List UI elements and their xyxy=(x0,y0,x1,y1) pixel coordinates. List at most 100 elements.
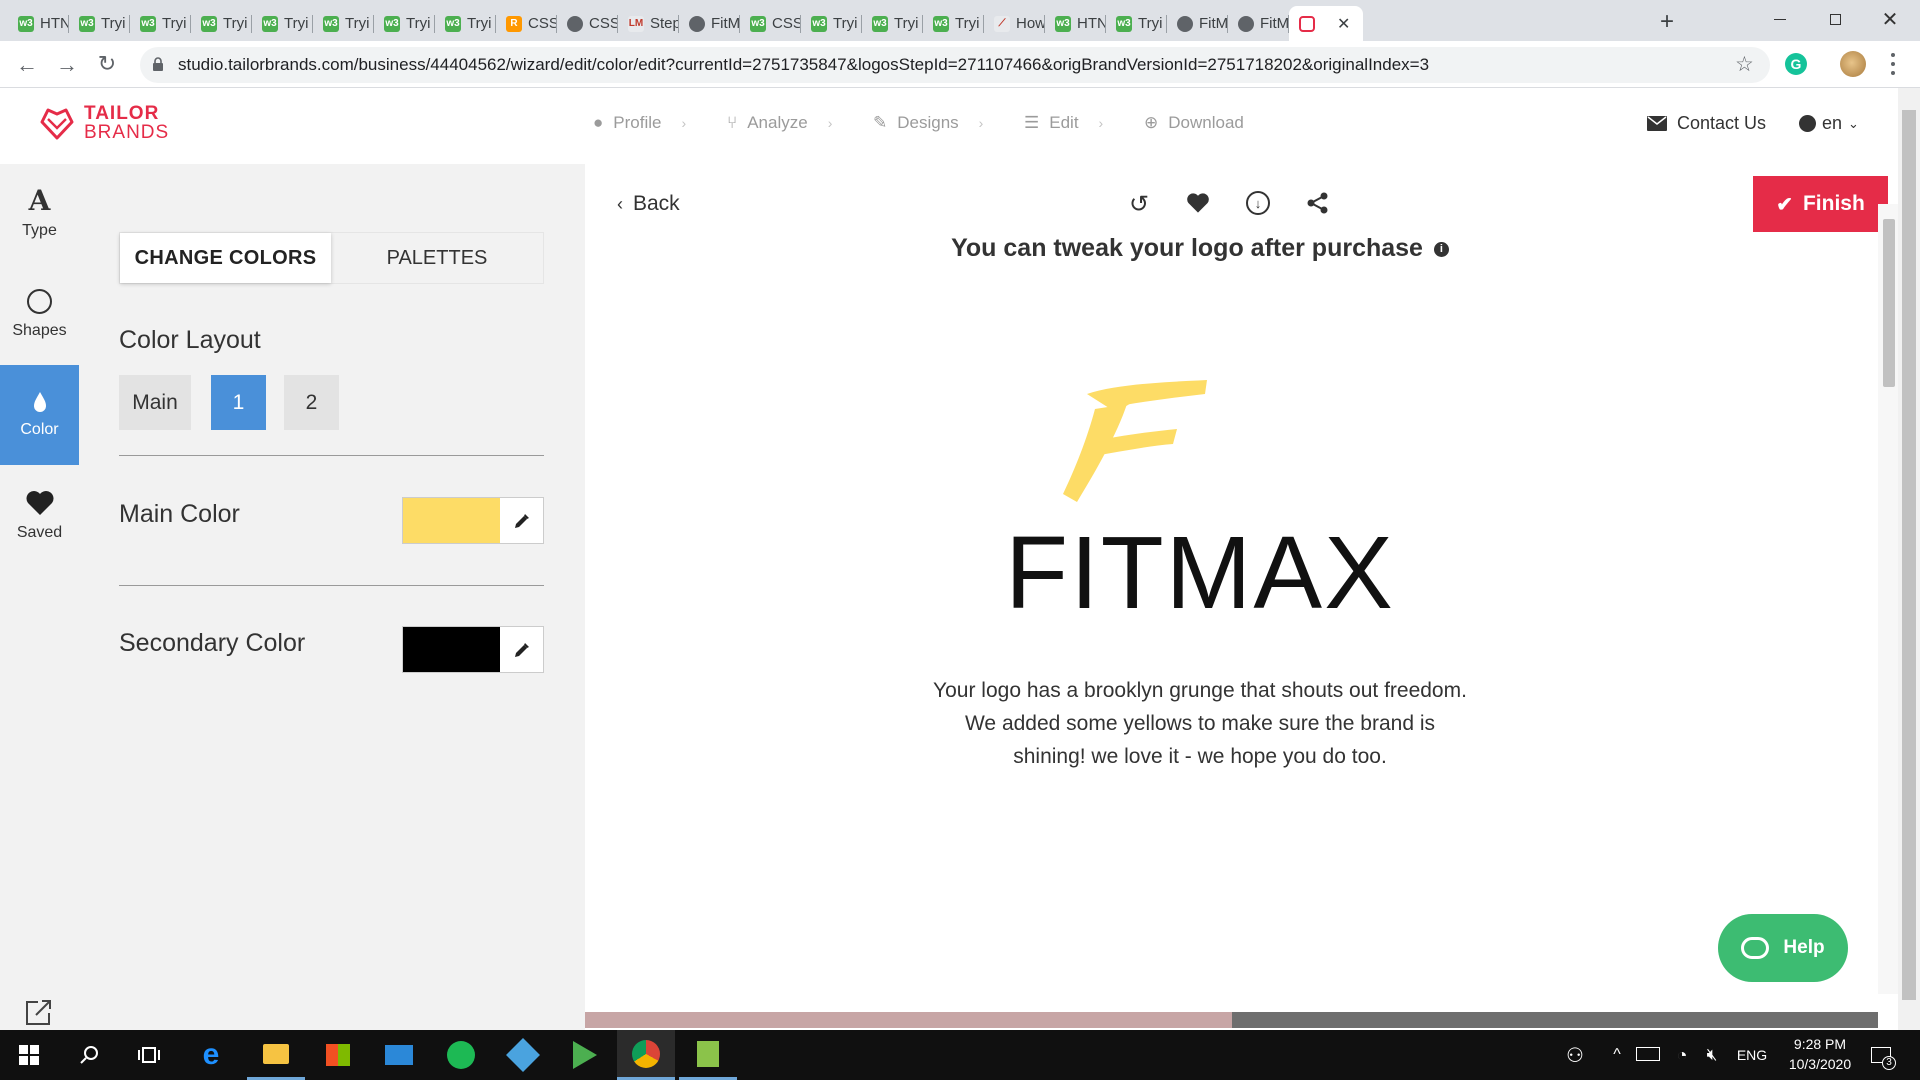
browser-tab[interactable]: w3 Tryi xyxy=(191,6,252,41)
share-export-button[interactable] xyxy=(24,997,54,1032)
browser-tab[interactable]: w3 HTN xyxy=(1045,6,1106,41)
favorite-button[interactable] xyxy=(1186,192,1210,219)
browser-tab[interactable]: w3 Tryi xyxy=(374,6,435,41)
language-selector[interactable]: en ⌄ xyxy=(1799,113,1859,134)
start-button[interactable] xyxy=(0,1030,58,1080)
wizard-step-edit[interactable]: ☰ Edit › xyxy=(1024,113,1103,133)
back-button[interactable]: ‹ Back xyxy=(617,192,680,216)
browser-tab[interactable]: ⟋ How xyxy=(984,6,1045,41)
w3schools-icon: w3 xyxy=(384,15,400,32)
omnibox[interactable]: studio.tailorbrands.com/business/4440456… xyxy=(140,47,1770,83)
secondary-color-swatch[interactable] xyxy=(403,627,500,672)
main-color-eyedropper[interactable] xyxy=(500,498,543,543)
scrollbar-thumb[interactable] xyxy=(1883,219,1895,387)
spotify-taskbar-icon[interactable] xyxy=(432,1030,490,1080)
file-explorer-taskbar-icon[interactable] xyxy=(247,1030,305,1080)
browser-tab[interactable]: w3 CSS xyxy=(740,6,801,41)
search-taskbar-button[interactable] xyxy=(60,1030,118,1080)
rail-item-type[interactable]: A Type xyxy=(0,164,79,264)
reload-button[interactable]: ↻ xyxy=(94,51,120,77)
browser-tab[interactable]: FitM xyxy=(1167,6,1228,41)
forward-nav-button[interactable]: → xyxy=(54,52,80,78)
browser-tab[interactable]: w3 Tryi xyxy=(69,6,130,41)
tailor-brands-logo[interactable]: TAILOR BRANDS xyxy=(38,104,169,142)
clock[interactable]: 9:28 PM 10/3/2020 xyxy=(1770,1034,1870,1076)
download-logo-button[interactable]: ↓ xyxy=(1246,191,1270,215)
secondary-color-picker[interactable] xyxy=(402,626,544,673)
action-center-button[interactable]: 3 xyxy=(1866,1040,1896,1070)
restore-button[interactable] xyxy=(1815,6,1855,32)
undo-button[interactable]: ↺ xyxy=(1126,190,1152,218)
close-window-button[interactable]: ✕ xyxy=(1870,4,1910,34)
help-button[interactable]: Help xyxy=(1718,914,1848,982)
notepad-taskbar-icon[interactable] xyxy=(679,1030,737,1080)
page-scrollbar[interactable] xyxy=(1898,88,1920,1030)
browser-tab[interactable]: w3 Tryi xyxy=(313,6,374,41)
secondary-color-eyedropper[interactable] xyxy=(500,627,543,672)
battery-icon[interactable] xyxy=(1636,1047,1660,1061)
layout-option-main[interactable]: Main xyxy=(119,375,191,430)
layout-option-1[interactable]: 1 xyxy=(211,375,266,430)
undo-icon: ↺ xyxy=(1128,191,1150,218)
contact-us-link[interactable]: Contact Us xyxy=(1647,113,1766,134)
browser-tab[interactable]: w3 Tryi xyxy=(435,6,496,41)
reload-icon: ↻ xyxy=(97,51,117,76)
main-color-swatch[interactable] xyxy=(403,498,500,543)
browser-tab[interactable]: FitM xyxy=(679,6,740,41)
input-language[interactable]: ENG xyxy=(1732,1044,1772,1066)
wizard-step-designs[interactable]: ✎ Designs › xyxy=(873,113,983,133)
url-text[interactable]: studio.tailorbrands.com/business/4440456… xyxy=(178,55,1429,75)
people-icon[interactable]: ⚇ xyxy=(1560,1040,1590,1070)
wizard-step-download[interactable]: ⊕ Download xyxy=(1144,113,1244,133)
store-taskbar-icon[interactable] xyxy=(309,1030,367,1080)
sketch-taskbar-icon[interactable] xyxy=(494,1030,552,1080)
browser-tab-label: FitM xyxy=(1199,15,1228,32)
browser-tab[interactable]: w3 Tryi xyxy=(130,6,191,41)
grammarly-extension-icon[interactable]: G xyxy=(1785,53,1807,75)
browser-tab[interactable]: w3 Tryi xyxy=(862,6,923,41)
finish-button[interactable]: ✔ Finish xyxy=(1753,176,1888,232)
close-tab-icon[interactable]: ✕ xyxy=(1337,14,1350,34)
browser-tab[interactable]: ✕ xyxy=(1289,6,1363,41)
browser-tab[interactable]: w3 Tryi xyxy=(801,6,862,41)
browser-tab-label: FitM xyxy=(1260,15,1289,32)
bookmark-star-button[interactable]: ☆ xyxy=(1735,52,1754,77)
browser-tab[interactable]: w3 Tryi xyxy=(252,6,313,41)
main-color-picker[interactable] xyxy=(402,497,544,544)
chrome-menu-button[interactable] xyxy=(1888,53,1898,75)
task-view-button[interactable] xyxy=(120,1030,178,1080)
share-button[interactable] xyxy=(1307,192,1329,219)
browser-tab[interactable]: LM Step xyxy=(618,6,679,41)
browser-tab[interactable]: w3 Tryi xyxy=(923,6,984,41)
rail-item-color[interactable]: Color xyxy=(0,365,79,465)
wizard-step-profile[interactable]: ● Profile › xyxy=(593,113,686,133)
browser-tab[interactable]: CSS xyxy=(557,6,618,41)
wizard-step-analyze[interactable]: ⑂ Analyze › xyxy=(727,113,832,133)
browser-tab[interactable]: R CSS xyxy=(496,6,557,41)
browser-tab[interactable]: w3 Tryi xyxy=(1106,6,1167,41)
rail-item-shapes[interactable]: Shapes xyxy=(0,264,79,364)
wifi-icon[interactable]: ◔ xyxy=(1670,1042,1694,1068)
browser-tab[interactable]: FitM xyxy=(1228,6,1289,41)
media-player-taskbar-icon[interactable] xyxy=(556,1030,614,1080)
edge-taskbar-icon[interactable]: e xyxy=(182,1030,240,1080)
browser-tab[interactable]: w3 HTN xyxy=(8,6,69,41)
chevron-up-icon[interactable]: ^ xyxy=(1606,1042,1628,1068)
tab-change-colors[interactable]: CHANGE COLORS xyxy=(120,233,331,283)
scrollbar-thumb[interactable] xyxy=(1902,110,1916,1000)
info-icon[interactable]: i xyxy=(1433,241,1449,257)
tweak-notice: You can tweak your logo after purchase i xyxy=(585,234,1815,263)
volume-muted-icon[interactable]: 🔇︎ xyxy=(1699,1042,1725,1068)
mail-taskbar-icon[interactable] xyxy=(370,1030,428,1080)
rail-item-saved[interactable]: Saved xyxy=(0,466,79,566)
tab-palettes[interactable]: PALETTES xyxy=(331,233,543,283)
share-export-icon xyxy=(26,1000,51,1025)
layout-option-2[interactable]: 2 xyxy=(284,375,339,430)
chrome-taskbar-icon[interactable] xyxy=(617,1030,675,1080)
profile-avatar[interactable] xyxy=(1840,51,1866,77)
back-nav-button[interactable]: ← xyxy=(14,52,40,78)
restore-icon xyxy=(1829,13,1841,25)
minimize-button[interactable] xyxy=(1760,6,1800,32)
new-tab-button[interactable]: + xyxy=(1652,7,1682,37)
canvas-scrollbar[interactable] xyxy=(1878,204,1898,994)
